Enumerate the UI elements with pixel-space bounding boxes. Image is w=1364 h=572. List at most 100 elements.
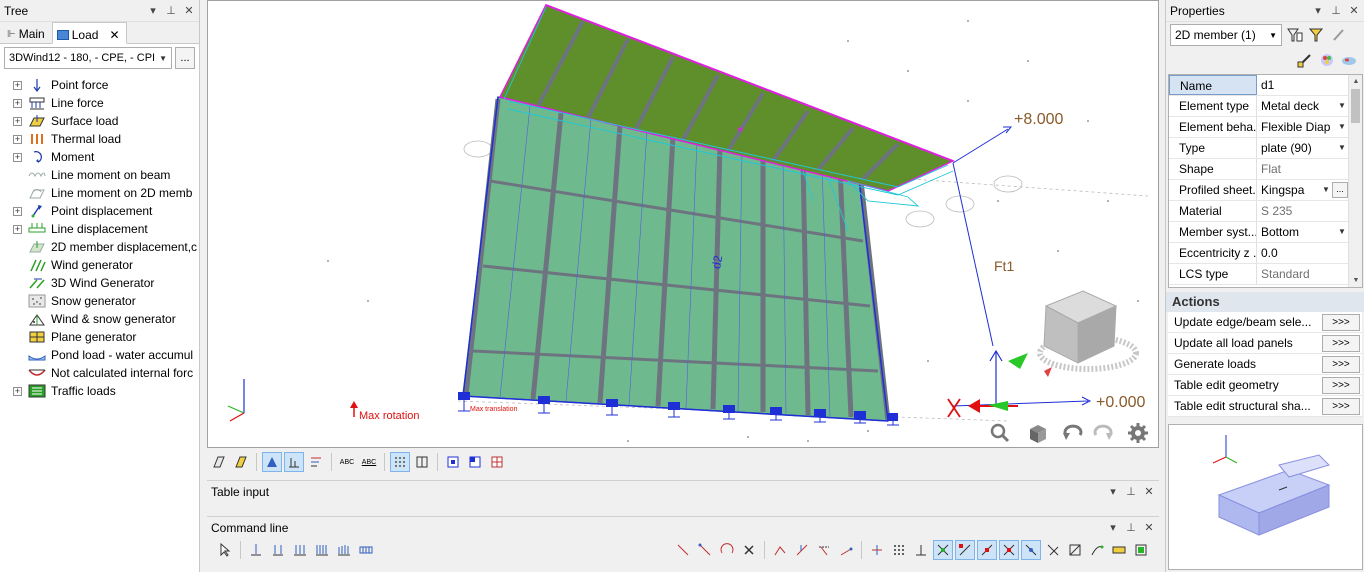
property-value[interactable]: d1 <box>1257 75 1348 95</box>
color-palette-icon[interactable] <box>1318 51 1336 69</box>
tree-item-point-displacement[interactable]: + Point displacement <box>0 202 199 220</box>
tree-item-snow-generator[interactable]: Snow generator <box>0 292 199 310</box>
action-run-button[interactable]: >>> <box>1322 334 1360 352</box>
action-run-button[interactable]: >>> <box>1322 376 1360 394</box>
surface-load-tool-button[interactable] <box>312 540 332 560</box>
tab-close-icon[interactable]: ✕ <box>109 28 119 42</box>
tree-item-pond-load[interactable]: Pond load - water accumul <box>0 346 199 364</box>
tree-item-thermal-load[interactable]: + Thermal load <box>0 130 199 148</box>
action-run-button[interactable]: >>> <box>1322 355 1360 373</box>
selection-combo[interactable]: 2D member (1) ▼ <box>1170 24 1282 46</box>
expand-icon[interactable]: + <box>13 224 22 234</box>
table-view-button[interactable] <box>487 452 507 472</box>
surface-load-2-tool-button[interactable] <box>334 540 354 560</box>
snap-perpendicular-button[interactable] <box>1021 540 1041 560</box>
property-key[interactable]: Element type <box>1169 96 1257 116</box>
expand-icon[interactable]: + <box>13 116 22 126</box>
snap-intersection-button[interactable] <box>933 540 953 560</box>
tree-item-wind-snow-generator[interactable]: Wind & snow generator <box>0 310 199 328</box>
property-grid-scrollbar[interactable]: ▲ ▼ <box>1348 75 1362 287</box>
draw-arc-button[interactable] <box>717 540 737 560</box>
edit-pencil-icon[interactable] <box>1330 26 1348 44</box>
extend-button[interactable] <box>814 540 834 560</box>
scroll-thumb[interactable] <box>1351 89 1360 123</box>
snap-settings-button[interactable] <box>1109 540 1129 560</box>
tree-item-point-force[interactable]: + Point force <box>0 76 199 94</box>
connect-button[interactable] <box>867 540 887 560</box>
expand-icon[interactable]: + <box>13 152 22 162</box>
polyline-button[interactable] <box>770 540 790 560</box>
expand-icon[interactable]: + <box>13 206 22 216</box>
tree-item-plane-generator[interactable]: Plane generator <box>0 328 199 346</box>
expand-icon[interactable]: + <box>13 386 22 396</box>
select-cursor-button[interactable] <box>215 540 235 560</box>
chevron-down-icon[interactable]: ▼ <box>1320 180 1332 200</box>
chevron-down-icon[interactable]: ▼ <box>1336 96 1348 116</box>
snap-nearest-button[interactable] <box>1087 540 1107 560</box>
property-key[interactable]: Name <box>1169 75 1257 95</box>
tree-item-internal-force[interactable]: Not calculated internal forc <box>0 364 199 382</box>
property-key[interactable]: Type <box>1169 138 1257 158</box>
grid-points-button[interactable] <box>889 540 909 560</box>
model-preview[interactable] <box>1168 424 1363 570</box>
property-key[interactable]: Profiled sheet... <box>1169 180 1257 200</box>
chevron-down-icon[interactable]: ▼ <box>1336 117 1348 137</box>
pin-icon[interactable]: ⊥ <box>1125 521 1137 534</box>
close-icon[interactable]: ✕ <box>1143 485 1155 498</box>
trim-button[interactable] <box>792 540 812 560</box>
chevron-down-icon[interactable]: ▼ <box>1336 138 1348 158</box>
property-value[interactable]: Flexible Diap ▼ <box>1257 117 1348 137</box>
rotate-icon[interactable] <box>1063 424 1083 440</box>
scroll-up-icon[interactable]: ▲ <box>1349 75 1362 88</box>
expand-icon[interactable]: + <box>13 134 22 144</box>
snap-end-button[interactable] <box>955 540 975 560</box>
snap-mid-button[interactable] <box>977 540 997 560</box>
3d-viewport[interactable]: ✶ +8.000 +0.000 Ft1 d2 Max rotation Max … <box>207 0 1159 448</box>
panel-menu-icon[interactable]: ▾ <box>1107 521 1119 534</box>
load-values-button[interactable] <box>284 452 304 472</box>
tab-load[interactable]: Load ✕ <box>51 22 127 44</box>
tree-item-moment[interactable]: + Moment <box>0 148 199 166</box>
chevron-down-icon[interactable]: ▼ <box>1336 222 1348 242</box>
profile-more-button[interactable]: ... <box>1332 182 1348 198</box>
labels-2-button[interactable]: ABC <box>359 452 379 472</box>
snap-mode-button[interactable] <box>1131 540 1151 560</box>
structure-view-button[interactable] <box>209 452 229 472</box>
load-case-combo[interactable]: 3DWind12 - 180, - CPE, - CPI ▼ <box>4 47 172 69</box>
snap-quadrant-button[interactable] <box>1065 540 1085 560</box>
property-key[interactable]: LCS type <box>1169 264 1257 284</box>
close-icon[interactable]: ✕ <box>1348 4 1360 17</box>
delete-button[interactable] <box>739 540 759 560</box>
pin-icon[interactable]: ⊥ <box>165 4 177 17</box>
settings-icon[interactable] <box>1128 423 1148 443</box>
close-icon[interactable]: ✕ <box>183 4 195 17</box>
zoom-icon[interactable] <box>990 423 1010 443</box>
property-value[interactable]: plate (90) ▼ <box>1257 138 1348 158</box>
tree-item-line-moment-2d[interactable]: Line moment on 2D memb <box>0 184 199 202</box>
property-value[interactable]: 0.0 <box>1257 243 1348 263</box>
panel-menu-icon[interactable]: ▾ <box>1312 4 1324 17</box>
property-key[interactable]: Element beha... <box>1169 117 1257 137</box>
loads-display-button[interactable] <box>262 452 282 472</box>
draw-line-2-button[interactable] <box>695 540 715 560</box>
property-value[interactable]: Metal deck ▼ <box>1257 96 1348 116</box>
expand-icon[interactable]: + <box>13 98 22 108</box>
break-button[interactable] <box>836 540 856 560</box>
property-key[interactable]: Material <box>1169 201 1257 221</box>
tree-item-line-force[interactable]: + Line force <box>0 94 199 112</box>
property-value[interactable]: Bottom ▼ <box>1257 222 1348 242</box>
scroll-down-icon[interactable]: ▼ <box>1349 274 1362 287</box>
brush-icon[interactable] <box>1296 51 1314 69</box>
render-icon[interactable] <box>1340 51 1358 69</box>
tree-item-2d-displacement[interactable]: 2D member displacement,c <box>0 238 199 256</box>
panel-menu-icon[interactable]: ▾ <box>147 4 159 17</box>
view-cube[interactable] <box>1037 290 1139 377</box>
property-key[interactable]: Member syst... <box>1169 222 1257 242</box>
close-icon[interactable]: ✕ <box>1143 521 1155 534</box>
section-view-button[interactable] <box>443 452 463 472</box>
point-load-tool-button[interactable] <box>246 540 266 560</box>
tree-item-wind-generator[interactable]: Wind generator <box>0 256 199 274</box>
property-key[interactable]: Eccentricity z ... <box>1169 243 1257 263</box>
filter-select-icon[interactable] <box>1286 26 1304 44</box>
property-key[interactable]: Shape <box>1169 159 1257 179</box>
